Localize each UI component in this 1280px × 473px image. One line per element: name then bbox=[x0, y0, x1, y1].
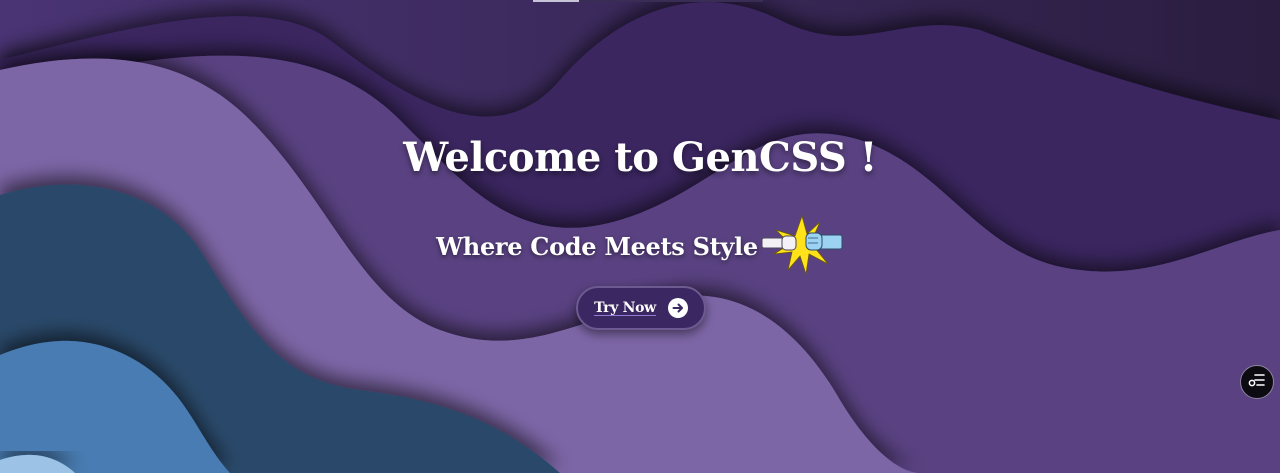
hero-section: Welcome to GenCSS ! Where Code Meets Sty… bbox=[0, 0, 1280, 473]
filter-settings-icon bbox=[1248, 371, 1266, 394]
fist-bump-icon bbox=[760, 214, 844, 278]
arrow-right-circle-icon bbox=[667, 298, 688, 318]
subtitle-row: Where Code Meets Style bbox=[0, 214, 1280, 278]
page-subtitle: Where Code Meets Style bbox=[436, 231, 758, 261]
floating-filter-button[interactable] bbox=[1240, 365, 1274, 399]
hero-content: Welcome to GenCSS ! Where Code Meets Sty… bbox=[0, 0, 1280, 473]
page-title: Welcome to GenCSS ! bbox=[403, 134, 877, 181]
try-now-button[interactable]: Try Now bbox=[576, 286, 706, 330]
try-now-label: Try Now bbox=[594, 300, 656, 316]
